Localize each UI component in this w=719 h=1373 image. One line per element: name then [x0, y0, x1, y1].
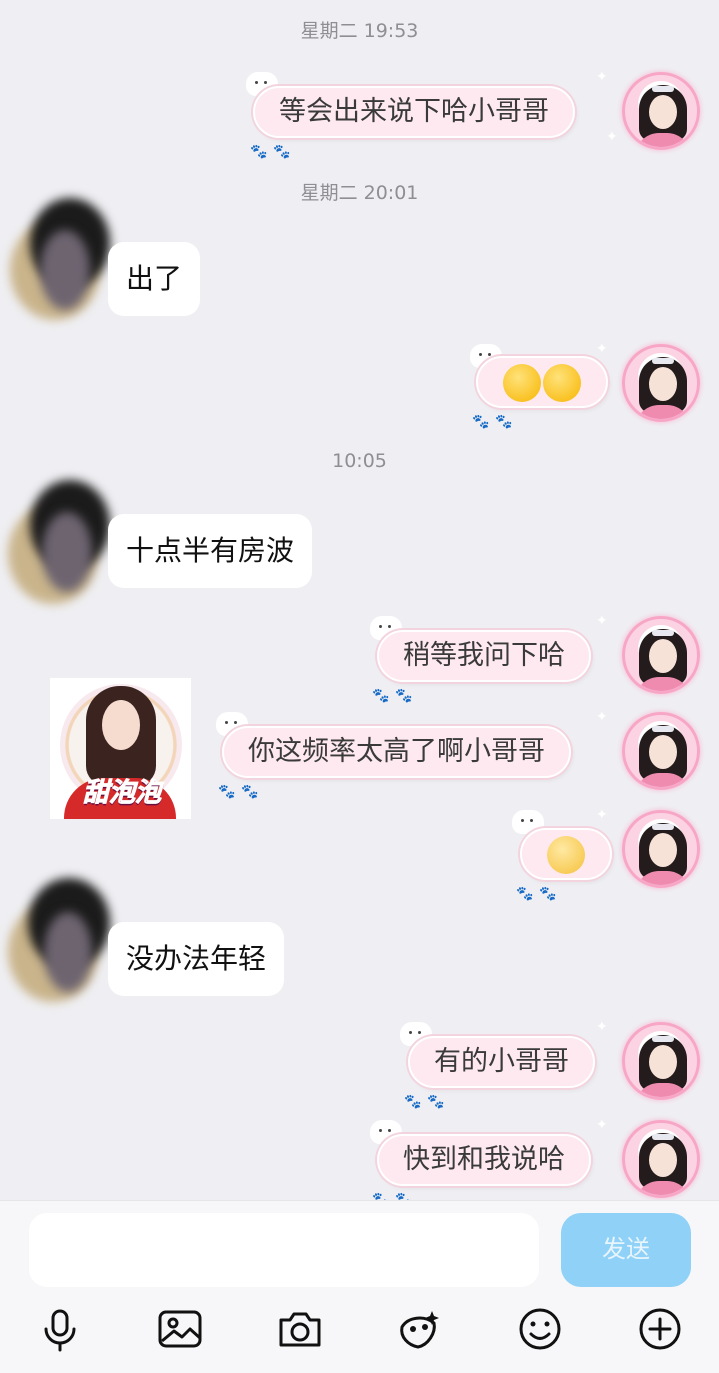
message-bubble-mine[interactable]: 等会出来说下哈小哥哥 [253, 86, 575, 138]
star-decoration: ✦ [596, 1117, 608, 1133]
message-input[interactable] [29, 1213, 539, 1287]
paw-decoration: 🐾🐾 [372, 1192, 419, 1200]
my-avatar[interactable] [622, 616, 700, 694]
contact-avatar[interactable] [0, 872, 120, 1002]
paw-decoration: 🐾🐾 [218, 784, 265, 800]
star-decoration: ✦ [596, 709, 608, 725]
message-bubble-theirs[interactable]: 出了 [108, 242, 201, 316]
my-avatar[interactable] [622, 810, 700, 888]
microphone-icon[interactable] [36, 1305, 84, 1353]
send-button[interactable]: 发送 [561, 1213, 691, 1287]
message-bubble-mine[interactable]: 有的小哥哥 [408, 1036, 595, 1088]
sticker-image[interactable]: 甜泡泡 [50, 678, 191, 819]
my-avatar[interactable] [622, 72, 700, 150]
face-edit-icon[interactable] [396, 1305, 444, 1353]
chat-area[interactable]: 星期二 19:53 ✦ ✦ 等会出来说下哈小哥哥 🐾🐾 星期二 20:01 出了… [0, 0, 719, 1200]
contact-avatar[interactable] [0, 190, 120, 320]
star-decoration: ✦ [596, 807, 608, 823]
paw-decoration: 🐾🐾 [404, 1094, 451, 1110]
star-decoration: ✦ [606, 129, 618, 145]
pleading-sweat-face-icon [547, 835, 585, 874]
star-decoration: ✦ [596, 613, 608, 629]
salute-face-icon [503, 363, 541, 402]
contact-avatar[interactable] [0, 474, 120, 604]
message-bubble-mine[interactable] [476, 356, 608, 408]
sticker-label: 甜泡泡 [82, 778, 161, 809]
paw-decoration: 🐾🐾 [472, 414, 519, 430]
input-bar: 发送 [0, 1200, 719, 1373]
salute-face-icon [543, 363, 581, 402]
smiley-icon[interactable] [516, 1305, 564, 1353]
message-bubble-theirs[interactable]: 十点半有房波 [108, 514, 313, 588]
paw-decoration: 🐾🐾 [250, 144, 297, 160]
message-bubble-mine[interactable]: 你这频率太高了啊小哥哥 [222, 726, 571, 778]
timestamp: 星期二 19:53 [300, 20, 419, 42]
my-avatar[interactable] [622, 1120, 700, 1198]
my-avatar[interactable] [622, 344, 700, 422]
star-decoration: ✦ [596, 69, 608, 85]
star-decoration: ✦ [596, 341, 608, 357]
my-avatar[interactable] [622, 1022, 700, 1100]
message-bubble-mine[interactable] [520, 828, 612, 880]
my-avatar[interactable] [622, 712, 700, 790]
paw-decoration: 🐾🐾 [516, 886, 563, 902]
star-decoration: ✦ [596, 1019, 608, 1035]
message-bubble-mine[interactable]: 稍等我问下哈 [377, 630, 591, 682]
message-bubble-mine[interactable]: 快到和我说哈 [377, 1134, 591, 1186]
plus-icon[interactable] [636, 1305, 684, 1353]
camera-icon[interactable] [276, 1305, 324, 1353]
timestamp: 10:05 [332, 450, 387, 472]
image-icon[interactable] [156, 1305, 204, 1353]
message-bubble-theirs[interactable]: 没办法年轻 [108, 922, 285, 996]
paw-decoration: 🐾🐾 [372, 688, 419, 704]
